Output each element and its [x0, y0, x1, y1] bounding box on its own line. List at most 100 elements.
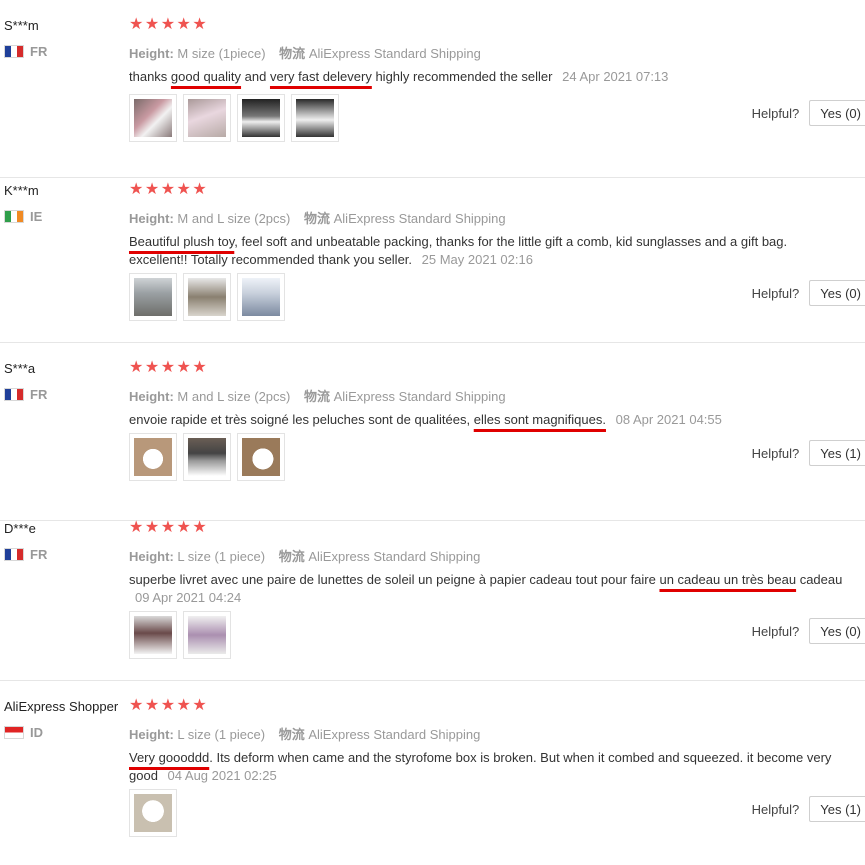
- helpful-yes-button[interactable]: Yes (1): [809, 796, 865, 822]
- shipping-label: 物流: [278, 727, 305, 742]
- helpful-yes-button[interactable]: Yes (0): [809, 100, 865, 126]
- review-photo-thumbnail[interactable]: [237, 433, 285, 481]
- review-photo-thumbnail[interactable]: [183, 94, 231, 142]
- review-photo-thumbnail[interactable]: [237, 273, 285, 321]
- helpful-yes-button[interactable]: Yes (0): [809, 280, 865, 306]
- helpful-yes-button[interactable]: Yes (0): [809, 618, 865, 644]
- ireland-flag-icon: [4, 210, 24, 223]
- review-item: AliExpress Shopper ID ★★★★★ Height: L si…: [0, 681, 865, 859]
- indonesia-flag-icon: [4, 726, 24, 739]
- shipping-value: AliExpress Standard Shipping: [333, 389, 506, 404]
- review-sku-info: Height: M and L size (2pcs) 物流 AliExpres…: [129, 386, 506, 405]
- review-text-part: highly recommended the seller: [371, 69, 553, 84]
- review-photo-thumbnail[interactable]: [291, 94, 339, 142]
- review-photo-thumbnail[interactable]: [237, 94, 285, 142]
- height-label: Height:: [129, 727, 174, 742]
- helpful-label: Helpful?: [751, 801, 800, 817]
- review-text-part: and: [241, 69, 270, 84]
- height-value: L size (1 piece): [177, 549, 266, 564]
- helpful-section: Helpful? Yes (0): [752, 280, 865, 306]
- review-date: 08 Apr 2021 04:55: [615, 412, 722, 427]
- height-value: L size (1 piece): [177, 727, 266, 742]
- helpful-section: Helpful? Yes (1): [752, 796, 865, 822]
- height-value: M and L size (2pcs): [177, 211, 291, 226]
- star-rating: ★★★★★: [129, 181, 209, 198]
- france-flag-icon: [4, 388, 24, 401]
- review-text-highlight: un cadeau un très beau: [659, 572, 797, 587]
- review-text-highlight: elles sont magnifiques.: [473, 412, 606, 427]
- review-sku-info: Height: M size (1piece) 物流 AliExpress St…: [129, 43, 481, 62]
- review-photo-thumbnail[interactable]: [183, 611, 231, 659]
- shipping-label: 物流: [303, 211, 330, 226]
- country-code: FR: [30, 547, 48, 562]
- helpful-section: Helpful? Yes (0): [752, 100, 865, 126]
- reviewer-name: S***a: [4, 361, 36, 376]
- reviewer-name: K***m: [4, 183, 39, 198]
- review-item: D***e FR ★★★★★ Height: L size (1 piece) …: [0, 503, 865, 681]
- review-item: S***a FR ★★★★★ Height: M and L size (2pc…: [0, 343, 865, 521]
- helpful-label: Helpful?: [751, 105, 800, 121]
- height-value: M and L size (2pcs): [177, 389, 291, 404]
- review-date: 04 Aug 2021 02:25: [167, 768, 277, 783]
- france-flag-icon: [4, 45, 24, 58]
- star-rating: ★★★★★: [129, 16, 209, 33]
- review-item: K***m IE ★★★★★ Height: M and L size (2pc…: [0, 165, 865, 343]
- review-photo-thumbnail[interactable]: [129, 273, 177, 321]
- country-info: FR: [4, 547, 47, 562]
- review-photos: [129, 611, 231, 659]
- height-value: M size (1piece): [177, 46, 266, 61]
- review-sku-info: Height: M and L size (2pcs) 物流 AliExpres…: [129, 208, 506, 227]
- star-rating: ★★★★★: [129, 697, 209, 714]
- country-info: FR: [4, 44, 47, 59]
- review-sku-info: Height: L size (1 piece) 物流 AliExpress S…: [129, 546, 480, 565]
- review-item: S***m FR ★★★★★ Height: M size (1piece) 物…: [0, 0, 865, 178]
- review-photo-thumbnail[interactable]: [129, 789, 177, 837]
- review-photo-thumbnail[interactable]: [129, 433, 177, 481]
- helpful-section: Helpful? Yes (1): [752, 440, 865, 466]
- helpful-label: Helpful?: [751, 623, 800, 639]
- review-photos: [129, 789, 177, 837]
- review-text: Beautiful plush toy, feel soft and unbea…: [129, 233, 849, 269]
- helpful-label: Helpful?: [751, 445, 800, 461]
- review-text-highlight: very fast delevery: [269, 69, 372, 84]
- review-text-part: cadeau: [796, 572, 843, 587]
- review-date: 24 Apr 2021 07:13: [562, 69, 669, 84]
- review-photos: [129, 273, 285, 321]
- reviewer-name: D***e: [4, 521, 36, 536]
- review-photos: [129, 94, 339, 142]
- review-photo-thumbnail[interactable]: [183, 433, 231, 481]
- france-flag-icon: [4, 548, 24, 561]
- shipping-value: AliExpress Standard Shipping: [308, 727, 481, 742]
- review-text-highlight: Beautiful plush toy: [129, 234, 235, 249]
- country-info: ID: [4, 725, 43, 740]
- review-text-part: superbe livret avec une paire de lunette…: [129, 572, 660, 587]
- reviewer-name: AliExpress Shopper: [4, 699, 119, 714]
- review-photo-thumbnail[interactable]: [129, 611, 177, 659]
- star-rating: ★★★★★: [129, 519, 209, 536]
- height-label: Height:: [129, 46, 174, 61]
- shipping-value: AliExpress Standard Shipping: [308, 46, 481, 61]
- shipping-label: 物流: [278, 549, 305, 564]
- review-date: 09 Apr 2021 04:24: [135, 590, 242, 605]
- helpful-yes-button[interactable]: Yes (1): [809, 440, 865, 466]
- reviewer-name: S***m: [4, 18, 39, 33]
- helpful-section: Helpful? Yes (0): [752, 618, 865, 644]
- review-text-part: envoie rapide et très soigné les peluche…: [129, 412, 474, 427]
- review-text: superbe livret avec une paire de lunette…: [129, 571, 849, 607]
- helpful-label: Helpful?: [751, 285, 800, 301]
- shipping-value: AliExpress Standard Shipping: [333, 211, 506, 226]
- review-photos: [129, 433, 285, 481]
- height-label: Height:: [129, 211, 174, 226]
- star-rating: ★★★★★: [129, 359, 209, 376]
- shipping-label: 物流: [303, 389, 330, 404]
- height-label: Height:: [129, 389, 174, 404]
- review-text: envoie rapide et très soigné les peluche…: [129, 411, 849, 429]
- country-code: FR: [30, 387, 48, 402]
- review-text-highlight: Very goooddd: [129, 750, 210, 765]
- country-code: IE: [30, 209, 43, 224]
- review-photo-thumbnail[interactable]: [129, 94, 177, 142]
- shipping-value: AliExpress Standard Shipping: [308, 549, 481, 564]
- country-info: FR: [4, 387, 47, 402]
- review-photo-thumbnail[interactable]: [183, 273, 231, 321]
- review-text: thanks good quality and very fast deleve…: [129, 68, 849, 86]
